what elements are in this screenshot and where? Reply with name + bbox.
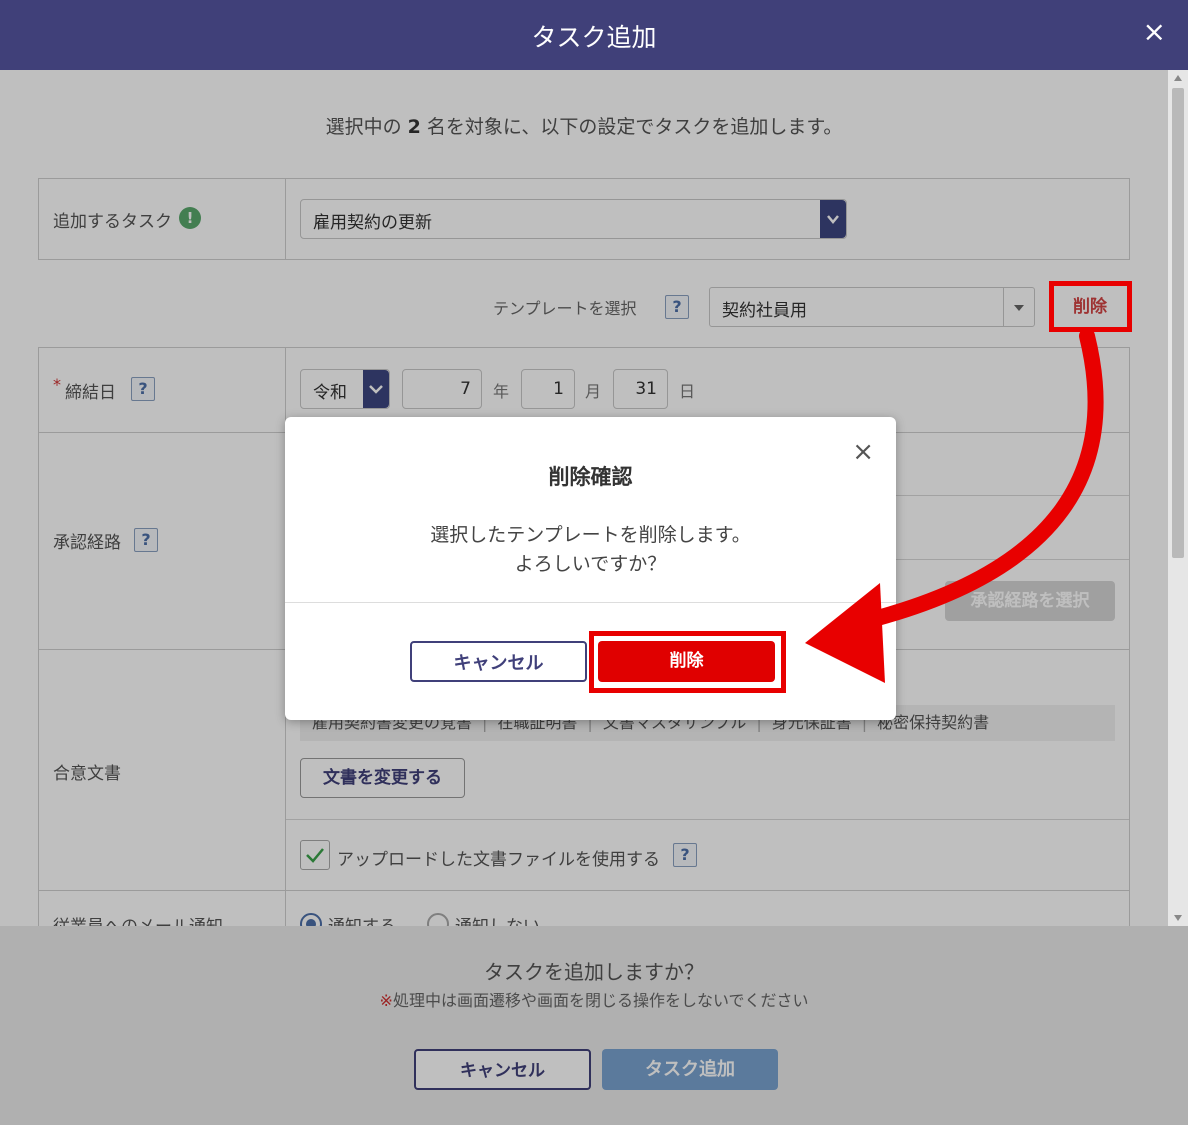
red-curved-arrow-annotation bbox=[805, 328, 1104, 683]
